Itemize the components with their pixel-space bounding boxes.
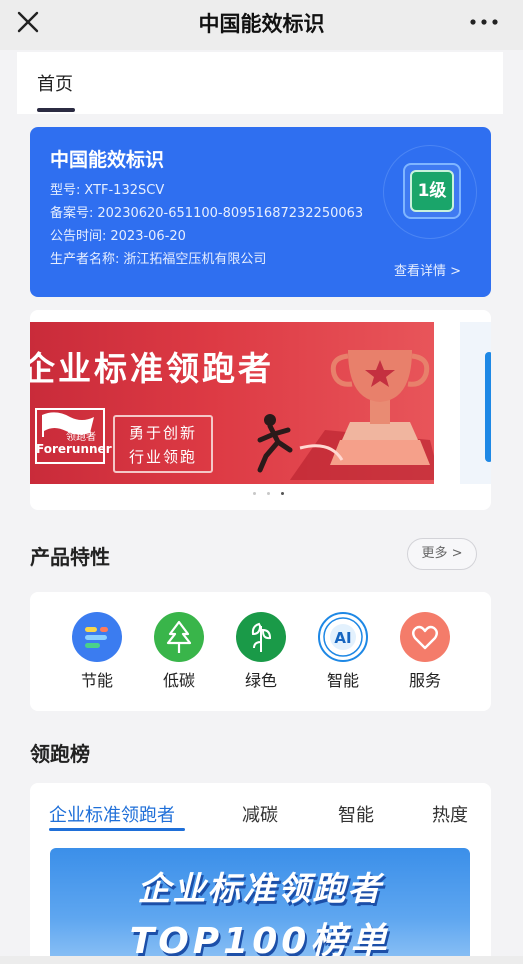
- green-leaf-icon: [236, 612, 286, 662]
- tab-popularity[interactable]: 热度: [432, 801, 468, 827]
- tab-active-indicator: [37, 108, 75, 112]
- heart-service-icon: [400, 612, 450, 662]
- maker-row: 生产者名称: 浙江拓福空压机有限公司: [50, 248, 266, 267]
- tab-smart[interactable]: 智能: [338, 801, 374, 827]
- more-button[interactable]: 更多 >: [407, 538, 477, 570]
- feature-label: 服务: [408, 671, 441, 690]
- model-row: 型号: XTF-132SCV: [50, 179, 164, 198]
- maker-value: 浙江拓福空压机有限公司: [123, 252, 267, 267]
- next-banner-bar: [485, 352, 491, 462]
- feature-service[interactable]: 服务: [390, 612, 460, 691]
- feature-label: 绿色: [244, 671, 277, 690]
- tab-enterprise-forerunner[interactable]: 企业标准领跑者: [49, 801, 175, 827]
- bottom-strip: [0, 956, 523, 964]
- page-title: 中国能效标识: [198, 12, 325, 36]
- tab-carbon-reduction[interactable]: 减碳: [242, 801, 278, 827]
- ranking-title: 领跑榜: [30, 742, 90, 766]
- feature-smart[interactable]: AI 智能: [308, 612, 378, 691]
- date-value: 2023-06-20: [110, 229, 186, 244]
- maker-label: 生产者名称:: [50, 252, 120, 267]
- feature-label: 低碳: [162, 671, 195, 690]
- banner-badge-en: Forerunner: [36, 442, 112, 456]
- feature-low-carbon[interactable]: 低碳: [144, 612, 214, 691]
- top100-banner-line1: 企业标准领跑者: [137, 869, 383, 908]
- banner-slogan: 勇于创新 行业领跑: [113, 415, 213, 473]
- trophy-illustration: [257, 350, 434, 480]
- level-value: 1级: [410, 170, 454, 212]
- features-card: 节能 低碳 绿色 AI 智能 服务: [30, 592, 491, 711]
- slogan-line-1: 勇于创新: [128, 424, 197, 442]
- feature-green[interactable]: 绿色: [226, 612, 296, 691]
- date-row: 公告时间: 2023-06-20: [50, 225, 186, 244]
- level-badge: 1级: [403, 163, 461, 219]
- ranking-card: 企业标准领跑者 减碳 智能 热度 企业标准领跑者 TOP100榜单: [30, 783, 491, 964]
- carousel-dot[interactable]: [267, 492, 270, 495]
- model-value: XTF-132SCV: [84, 183, 165, 198]
- low-carbon-tree-icon: [154, 612, 204, 662]
- slogan-line-2: 行业领跑: [128, 448, 197, 466]
- banner-badge-cn: 领跑者: [66, 432, 96, 443]
- feature-label: 节能: [80, 671, 113, 690]
- energy-label-title: 中国能效标识: [50, 149, 165, 171]
- record-label: 备案号:: [50, 206, 94, 221]
- view-detail-link[interactable]: 查看详情 >: [394, 260, 461, 279]
- banner-carousel[interactable]: 企业标准领跑者 领跑者 Forerunner 勇于创新 行业领跑: [30, 310, 491, 510]
- energy-label-card[interactable]: 中国能效标识 型号: XTF-132SCV 备案号: 20230620-651100…: [30, 127, 491, 297]
- rank-tab-indicator: [49, 828, 185, 831]
- record-row: 备案号: 20230620-651100-80951687232250063: [50, 202, 363, 221]
- tab-home[interactable]: 首页: [37, 70, 73, 96]
- svg-text:AI: AI: [334, 629, 351, 647]
- ai-badge-icon: AI: [318, 612, 368, 662]
- more-dots-icon[interactable]: [469, 14, 499, 30]
- carousel-dot-active[interactable]: [281, 492, 284, 495]
- forerunner-banner[interactable]: 企业标准领跑者 领跑者 Forerunner 勇于创新 行业领跑: [30, 322, 434, 484]
- carousel-dot[interactable]: [253, 492, 256, 495]
- model-label: 型号:: [50, 183, 81, 198]
- next-banner-peek[interactable]: [460, 322, 491, 484]
- feature-energy-saving[interactable]: 节能: [62, 612, 132, 691]
- date-label: 公告时间:: [50, 229, 107, 244]
- energy-saving-icon: [72, 612, 122, 662]
- nav-tabs: 首页: [17, 52, 503, 114]
- features-title: 产品特性: [30, 545, 110, 569]
- carousel-indicator: [253, 492, 295, 496]
- top100-banner[interactable]: 企业标准领跑者 TOP100榜单: [50, 848, 470, 964]
- feature-label: 智能: [326, 671, 359, 690]
- record-value: 20230620-651100-80951687232250063: [97, 206, 364, 221]
- top-bar: 中国能效标识: [0, 0, 523, 50]
